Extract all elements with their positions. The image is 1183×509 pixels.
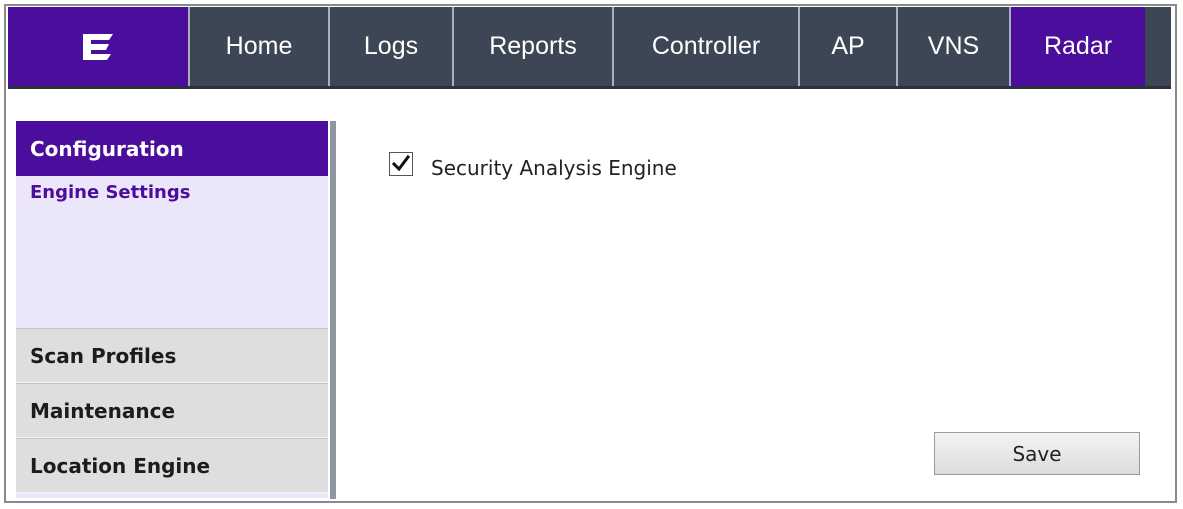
security-analysis-engine-row: Security Analysis Engine: [389, 148, 677, 180]
checkmark-icon: [391, 154, 411, 172]
sidebar-item-engine-settings[interactable]: Engine Settings: [30, 182, 190, 203]
logo[interactable]: [8, 7, 190, 86]
nav-home[interactable]: Home: [190, 7, 330, 86]
save-button[interactable]: Save: [934, 432, 1140, 475]
nav-reports[interactable]: Reports: [454, 7, 614, 86]
nav-controller[interactable]: Controller: [614, 7, 800, 86]
nav-radar[interactable]: Radar: [1011, 7, 1145, 86]
sidebar-section-configuration[interactable]: Configuration: [16, 121, 328, 176]
nav-logs[interactable]: Logs: [330, 7, 454, 86]
nav-ap[interactable]: AP: [800, 7, 898, 86]
sidebar-item-maintenance[interactable]: Maintenance: [16, 383, 328, 438]
sidebar-item-scan-profiles[interactable]: Scan Profiles: [16, 328, 328, 383]
sidebar-item-location-engine[interactable]: Location Engine: [16, 438, 328, 493]
top-navigation-bar: Home Logs Reports Controller AP VNS Rada…: [8, 7, 1171, 89]
security-analysis-engine-checkbox[interactable]: [389, 152, 413, 176]
sidebar: Configuration Engine Settings Scan Profi…: [16, 121, 328, 498]
security-analysis-engine-label: Security Analysis Engine: [431, 156, 677, 180]
nav-vns[interactable]: VNS: [898, 7, 1011, 86]
extreme-networks-logo-icon: [83, 33, 113, 60]
sidebar-divider: [330, 121, 336, 499]
sidebar-panel-configuration: Engine Settings: [16, 176, 328, 328]
